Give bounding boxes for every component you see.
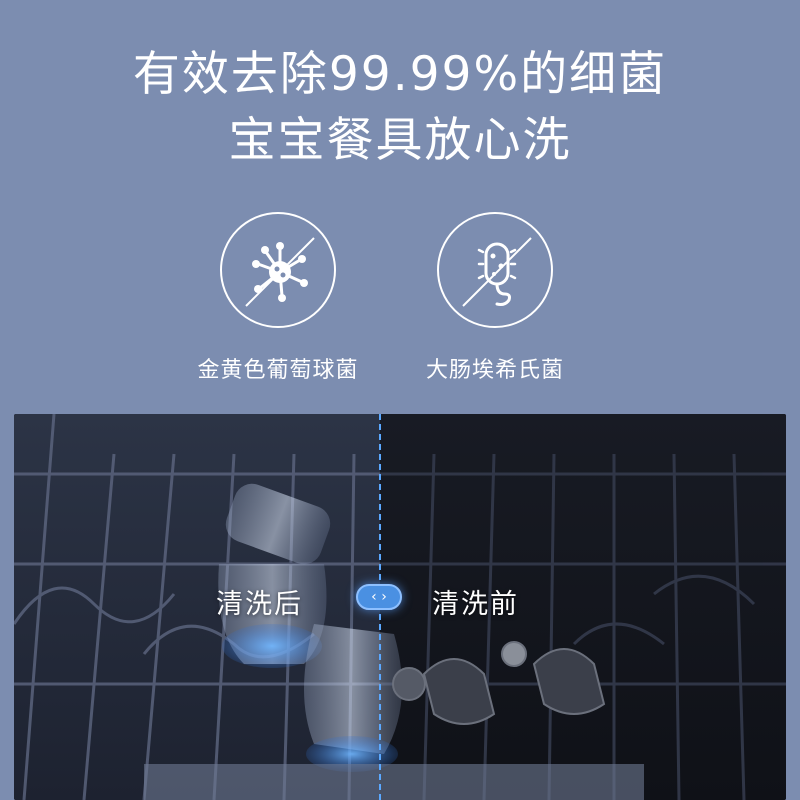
compare-slider-handle[interactable]: ‹ › — [356, 584, 402, 610]
before-cleaning-label: 清洗前 — [432, 589, 519, 620]
headline-line-2: 宝宝餐具放心洗 — [228, 113, 572, 168]
dishwasher-comparison-image — [14, 414, 786, 800]
staphylococcus-icon — [220, 212, 336, 328]
e-coli-icon — [437, 212, 553, 328]
after-cleaning-label: 清洗后 — [216, 589, 303, 620]
bacteria-item-staphylococcus: 金黄色葡萄球菌 — [178, 212, 378, 384]
headline: 有效去除99.99%的细菌 宝宝餐具放心洗 — [0, 42, 800, 174]
bacteria-icons: 金黄色葡萄球菌 大肠埃希氏菌 — [0, 212, 800, 392]
e-coli-label: 大肠埃希氏菌 — [425, 358, 564, 383]
bacteria-item-e-coli: 大肠埃希氏菌 — [395, 212, 595, 384]
staphylococcus-label: 金黄色葡萄球菌 — [197, 358, 359, 383]
headline-line-1: 有效去除99.99%的细菌 — [132, 47, 668, 102]
